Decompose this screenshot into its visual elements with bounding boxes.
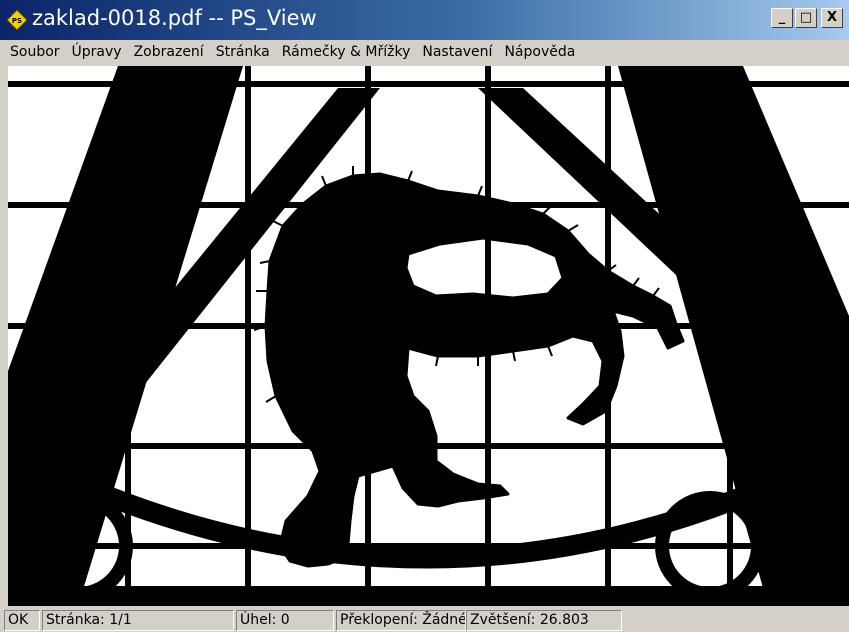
menu-upravy[interactable]: Úpravy [66, 44, 128, 60]
status-bar: OK Stránka: 1/1 Úhel: 0 Překlopení: Žádn… [0, 608, 849, 632]
document-view[interactable] [8, 66, 849, 606]
close-button[interactable]: X [821, 8, 843, 28]
status-ok: OK [4, 610, 40, 631]
status-flip: Překlopení: Žádné [336, 610, 466, 631]
title-bar[interactable]: PS zaklad-0018.pdf -- PS_View _ □ X [0, 0, 849, 40]
status-page: Stránka: 1/1 [42, 610, 234, 631]
status-zoom: Zvětšení: 26.803 [466, 610, 622, 631]
menu-napoveda[interactable]: Nápověda [498, 44, 581, 60]
menu-soubor[interactable]: Soubor [4, 44, 66, 60]
menu-zobrazeni[interactable]: Zobrazení [128, 44, 210, 60]
ps-view-app-icon[interactable]: PS [6, 9, 28, 31]
svg-text:PS: PS [12, 17, 22, 25]
window-controls: _ □ X [771, 8, 843, 28]
menu-nastaveni[interactable]: Nastavení [416, 44, 498, 60]
menu-stranka[interactable]: Stránka [210, 44, 276, 60]
page-illustration [8, 66, 849, 606]
menu-ramecky-mrizky[interactable]: Rámečky & Mřížky [276, 44, 417, 60]
menu-bar: Soubor Úpravy Zobrazení Stránka Rámečky … [0, 40, 849, 64]
status-angle: Úhel: 0 [236, 610, 334, 631]
minimize-button[interactable]: _ [771, 8, 793, 28]
maximize-button[interactable]: □ [795, 8, 817, 28]
window-title: zaklad-0018.pdf -- PS_View [32, 6, 317, 30]
app-window: PS zaklad-0018.pdf -- PS_View _ □ X Soub… [0, 0, 849, 632]
